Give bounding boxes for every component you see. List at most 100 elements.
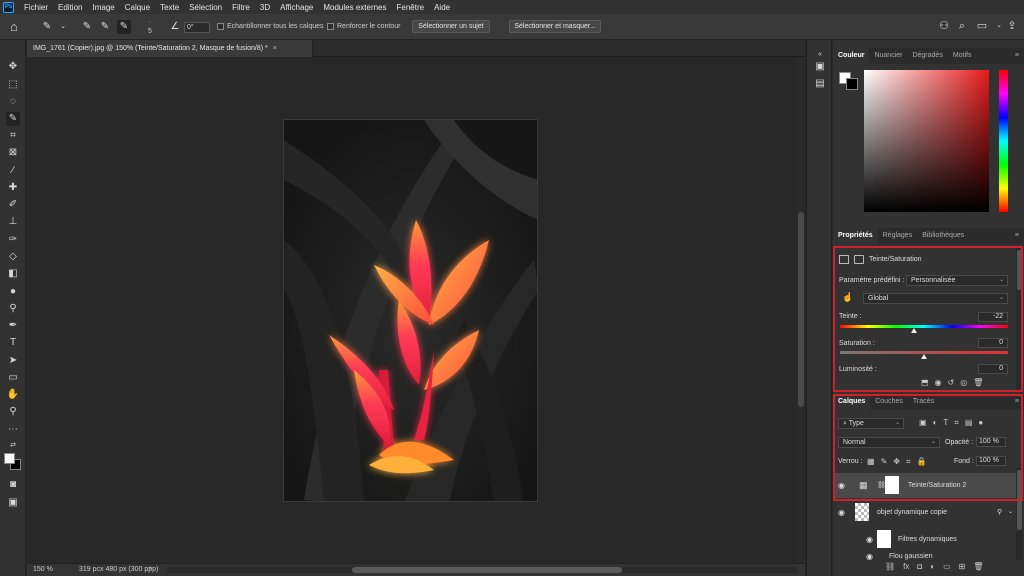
clip-to-layer-icon[interactable]: ⬒ (921, 378, 929, 387)
menu-calque[interactable]: Calque (120, 3, 155, 12)
layer-row-smart-filters[interactable]: ◉ Filtres dynamiques (833, 527, 1018, 551)
chevron-down-icon[interactable]: ⌄ (1008, 508, 1013, 515)
search-icon[interactable]: ⌕ (955, 19, 969, 33)
layers-scrollbar[interactable] (1016, 468, 1023, 560)
delete-icon[interactable]: 🗑 (973, 378, 983, 387)
menu-texte[interactable]: Texte (155, 3, 184, 12)
smart-object-thumbnail[interactable] (855, 503, 869, 521)
layer-mask-thumbnail[interactable] (885, 476, 899, 494)
new-group-icon[interactable]: ▭ (943, 562, 951, 571)
lightness-value-input[interactable]: 0 (978, 364, 1008, 374)
close-icon[interactable]: × (273, 45, 277, 52)
menu-modules-externes[interactable]: Modules externes (318, 3, 391, 12)
eye-visibility-icon[interactable]: ◉ (866, 552, 873, 560)
menu-aide[interactable]: Aide (429, 3, 455, 12)
tab-proprietes[interactable]: Propriétés (833, 228, 878, 244)
new-adjustment-layer-icon[interactable]: ◐ (930, 562, 935, 571)
tab-degrades[interactable]: Dégradés (907, 48, 947, 64)
tab-bibliotheques[interactable]: Bibliothèques (917, 228, 969, 244)
checkbox-box[interactable] (327, 23, 334, 30)
layer-style-fx-icon[interactable]: fx (903, 562, 909, 571)
eraser-tool-icon[interactable]: ◇ (6, 250, 20, 264)
menu-filtre[interactable]: Filtre (227, 3, 255, 12)
brush-tool-icon[interactable]: ✐ (6, 198, 20, 212)
swap-colors-icon[interactable]: ⇄ (6, 439, 20, 453)
history-panel-icon[interactable]: ▣ (813, 60, 827, 74)
path-selection-tool-icon[interactable]: ➤ (6, 354, 20, 368)
layer-filter-dropdown[interactable]: ⌕ Type ⌄ (838, 418, 904, 429)
lock-all-icon[interactable]: 🔒 (916, 457, 926, 467)
smart-filter-icon[interactable]: ⚲ (997, 508, 1002, 516)
reset-icon[interactable]: ↺ (948, 378, 955, 387)
photoshop-logo-icon[interactable]: Ps (3, 1, 14, 13)
properties-scrollbar[interactable] (1016, 246, 1023, 390)
channel-dropdown[interactable]: Global ⌄ (863, 293, 1008, 304)
visibility-eye-icon[interactable]: ◎ (960, 378, 967, 387)
pen-tool-icon[interactable]: ✒ (6, 319, 20, 333)
share-icon[interactable]: ⚇ (937, 19, 951, 33)
tab-couleur[interactable]: Couleur (833, 48, 870, 64)
status-menu-arrow-icon[interactable]: › (149, 565, 151, 572)
blend-mode-dropdown[interactable]: Normal ⌄ (838, 437, 940, 448)
eye-visibility-icon[interactable]: ◉ (866, 535, 873, 544)
chevron-down-icon[interactable]: ⌄ (56, 20, 70, 34)
frame-tool-icon[interactable]: ⊠ (6, 146, 20, 160)
horizontal-scrollbar[interactable] (167, 567, 797, 573)
filter-toggle-icon[interactable]: ● (978, 418, 983, 428)
share-document-icon[interactable]: ⇪ (1005, 19, 1019, 33)
menu-3d[interactable]: 3D (255, 3, 275, 12)
filter-shape-icon[interactable]: ⌗ (954, 418, 959, 428)
layer-row-gaussian-blur[interactable]: ◉ Flou gaussien (833, 552, 1018, 560)
filter-pixel-icon[interactable]: ▣ (919, 418, 927, 428)
filter-adjustment-icon[interactable]: ◐ (933, 418, 938, 428)
menu-edition[interactable]: Edition (53, 3, 87, 12)
menu-affichage[interactable]: Affichage (275, 3, 318, 12)
sample-all-layers-checkbox[interactable]: Echantillonner tous les calques (217, 23, 324, 30)
link-layers-icon[interactable]: ⛓ (885, 562, 895, 571)
lock-artboard-icon[interactable]: ⌗ (906, 457, 911, 467)
zoom-level[interactable]: 150 % (33, 566, 53, 573)
panel-menu-icon[interactable]: ≡ (1015, 398, 1019, 405)
comments-panel-icon[interactable]: ▤ (813, 77, 827, 91)
tab-couches[interactable]: Couches (870, 394, 908, 410)
opacity-input[interactable]: 100 % (976, 437, 1006, 447)
color-picker-field[interactable] (864, 70, 989, 212)
brush-size-picker[interactable]: · 5 (146, 18, 154, 36)
hue-slider-thumb[interactable] (910, 328, 917, 333)
menu-fenetre[interactable]: Fenêtre (392, 3, 430, 12)
filter-type-icon[interactable]: T (943, 418, 948, 428)
scrollbar-thumb[interactable] (1017, 470, 1022, 530)
workspace-icon[interactable]: ▭ (975, 19, 989, 33)
hue-slider-bar[interactable] (999, 70, 1008, 212)
saturation-slider-thumb[interactable] (921, 354, 927, 359)
hue-slider[interactable] (840, 325, 1008, 328)
enhance-edge-checkbox[interactable]: Renforcer le contour (327, 23, 400, 30)
dodge-tool-icon[interactable]: ⚲ (6, 302, 20, 316)
add-mask-icon[interactable]: ◘ (917, 562, 922, 571)
filter-smart-object-icon[interactable]: ▤ (965, 418, 973, 428)
tab-calques[interactable]: Calques (833, 394, 871, 410)
filter-mask-thumbnail[interactable] (877, 530, 891, 548)
new-layer-icon[interactable]: ⊞ (959, 562, 966, 571)
quick-mask-icon[interactable]: ◙ (6, 478, 20, 492)
targeted-adjustment-hand-icon[interactable]: ☝ (842, 292, 853, 303)
more-tools-icon[interactable]: ⋯ (6, 423, 20, 437)
mask-icon[interactable] (854, 255, 864, 264)
crop-tool-icon[interactable]: ⌗ (6, 129, 20, 143)
gradient-tool-icon[interactable]: ◧ (6, 267, 20, 281)
subtract-from-selection-icon[interactable]: ✎ (117, 20, 131, 34)
history-brush-tool-icon[interactable]: ✑ (6, 233, 20, 247)
tab-motifs[interactable]: Motifs (948, 48, 977, 64)
menu-image[interactable]: Image (87, 3, 119, 12)
lock-transparency-icon[interactable]: ▦ (867, 457, 875, 467)
menu-selection[interactable]: Sélection (184, 3, 227, 12)
rectangle-tool-icon[interactable]: ▭ (6, 371, 20, 385)
fill-input[interactable]: 100 % (976, 456, 1006, 466)
lock-pixels-icon[interactable]: ✎ (881, 457, 888, 467)
eyedropper-tool-icon[interactable]: ⁄ (6, 164, 20, 178)
healing-brush-tool-icon[interactable]: ✚ (6, 181, 20, 195)
new-selection-icon[interactable]: ✎ (80, 20, 94, 34)
lasso-tool-icon[interactable]: ◌ (6, 95, 20, 109)
blur-tool-icon[interactable]: ● (6, 285, 20, 299)
type-tool-icon[interactable]: T (6, 336, 20, 350)
